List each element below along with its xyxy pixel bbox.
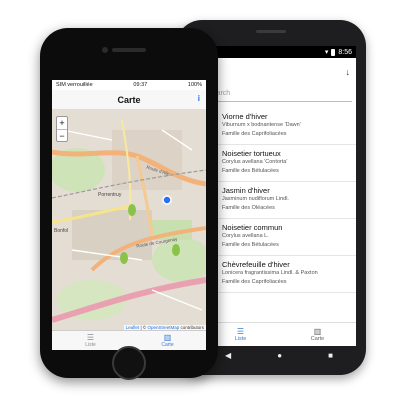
plant-family: Famille des Bétulacées [222,168,279,174]
android-status-bar: ▾ 8:56 [202,46,356,58]
front-camera [102,47,108,53]
list-item[interactable]: Chèvrefeuille d'hiver Lonicera fragrantis… [202,256,356,293]
tab-liste-label: Liste [85,342,96,348]
plant-list: Viorne d'hiver Viburnum x bodnantense 'Da… [202,108,356,293]
map-label-village: Bonfol [54,228,69,234]
home-button[interactable] [112,346,146,380]
plant-latin-name: Corylus avellana L. [222,233,269,239]
tab-liste[interactable]: ☰ Liste [52,331,129,350]
recent-apps-icon[interactable]: ■ [328,351,333,360]
list-icon: ☰ [236,327,245,336]
list-item-text: Noisetier tortueux Corylus avellana 'Cont… [222,149,287,177]
tab-carte[interactable]: ▥ Carte [129,331,206,350]
map-icon: ▥ [313,327,322,336]
list-item-text: Jasmin d'hiver Jasminum nudiflorum Lindl.… [222,186,289,214]
android-tab-bar: ☰ Liste ▥ Carte [202,322,356,346]
sort-arrow-icon[interactable]: ↓ [346,67,351,77]
carrier-label: SIM verrouillée [56,82,93,88]
list-item[interactable]: Viorne d'hiver Viburnum x bodnantense 'Da… [202,108,356,145]
iphone: SIM verrouillée 09:37 100% Carte i Porre… [40,28,218,380]
home-icon[interactable]: ● [277,351,282,360]
earpiece [112,48,146,52]
zoom-out-button[interactable]: − [57,129,67,141]
zoom-in-button[interactable]: + [57,117,67,129]
map-icon: ▥ [163,333,172,342]
battery-label: 100% [187,82,202,88]
zoom-control: + − [56,116,68,142]
iphone-screen: SIM verrouillée 09:37 100% Carte i Porre… [52,80,206,350]
wifi-icon: ▾ [324,49,329,56]
plant-latin-name: Jasminum nudiflorum Lindl. [222,196,289,202]
plant-common-name: Noisetier tortueux [222,149,281,158]
android-screen: ▾ 8:56 ↓ Search Viorne d'hiver Viburnum x… [202,46,356,346]
map-view[interactable]: Porrentruy Bonfol Route de Courgenay Rou… [52,110,206,330]
plant-latin-name: Lonicera fragrantissima Lindl. & Paxton [222,270,318,276]
battery-icon [331,48,336,56]
page-title: Carte [117,94,141,105]
list-item-text: Viorne d'hiver Viburnum x bodnantense 'Da… [222,112,301,140]
map-label-town: Porrentruy [98,192,122,198]
list-item[interactable]: Noisetier commun Corylus avellana L. Famil… [202,219,356,256]
info-icon[interactable]: i [198,94,200,103]
plant-family: Famille des Caprifoliacées [222,131,287,137]
tab-liste-label: Liste [234,336,247,342]
plant-latin-name: Viburnum x bodnantense 'Dawn' [222,122,301,128]
plant-common-name: Noisetier commun [222,223,283,232]
plant-family: Famille des Oléacées [222,205,275,211]
ios-status-time: 09:37 [133,82,148,88]
plant-common-name: Jasmin d'hiver [222,186,270,195]
android-nav-bar: ◀ ● ■ [202,348,356,362]
tab-carte-label: Carte [161,342,174,348]
back-icon[interactable]: ◀ [225,351,231,360]
plant-family: Famille des Caprifoliacées [222,279,287,285]
list-item[interactable]: Noisetier tortueux Corylus avellana 'Cont… [202,145,356,182]
search-input[interactable]: Search [206,86,352,102]
list-item-text: Noisetier commun Corylus avellana L. Famil… [222,223,282,251]
android-speaker [256,30,286,33]
plant-common-name: Chèvrefeuille d'hiver [222,260,290,269]
ios-status-bar: SIM verrouillée 09:37 100% [52,80,206,90]
plant-family: Famille des Bétulacées [222,242,279,248]
list-item[interactable]: Jasmin d'hiver Jasminum nudiflorum Lindl.… [202,182,356,219]
tab-carte[interactable]: ▥ Carte [279,323,356,346]
android-toolbar: ↓ [202,58,356,86]
plant-common-name: Viorne d'hiver [222,112,268,121]
android-status-time: 8:56 [338,48,352,56]
list-icon: ☰ [86,333,95,342]
ios-nav-bar: Carte i [52,90,206,110]
tab-carte-label: Carte [310,336,325,342]
map-tiles [52,110,206,330]
plant-latin-name: Corylus avellana 'Contorta' [222,159,288,165]
list-item-text: Chèvrefeuille d'hiver Lonicera fragrantis… [222,260,318,288]
